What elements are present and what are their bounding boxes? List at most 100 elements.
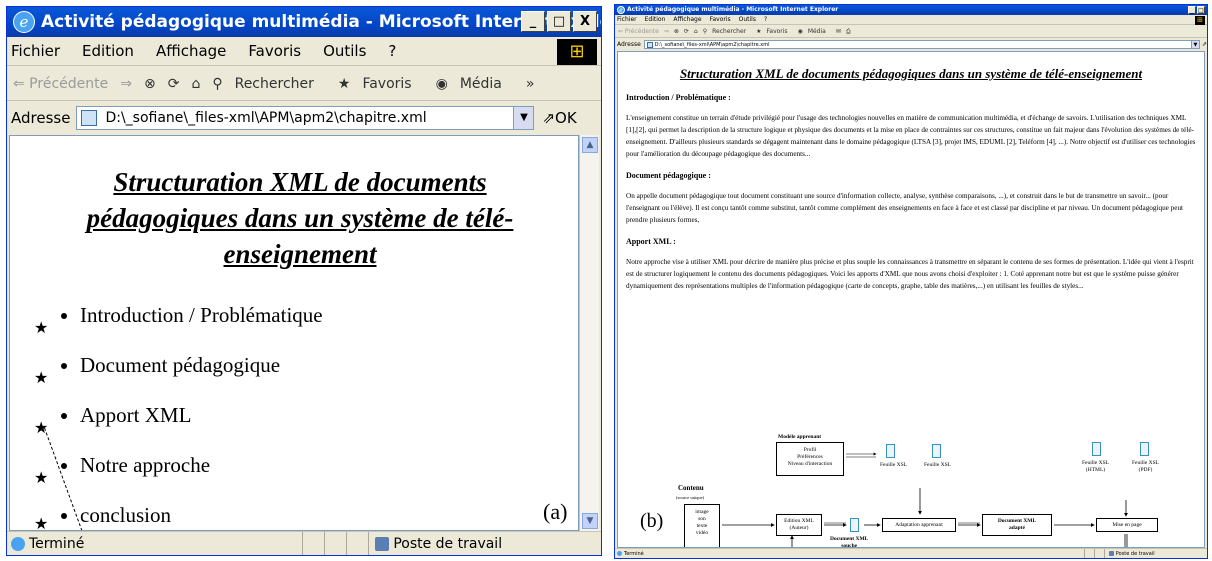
favorites-icon: ★ (756, 28, 762, 35)
search-label: Rechercher (712, 28, 747, 35)
search-button[interactable]: ⚲ Rechercher (212, 76, 326, 92)
forward-button[interactable]: ⇒ (664, 28, 669, 35)
section-heading: Document pédagogique : (626, 171, 711, 180)
diagram-box: Adaptation apprenant (882, 518, 956, 532)
list-item[interactable]: conclusion (80, 490, 323, 530)
menu-affichage[interactable]: Affichage (673, 15, 701, 24)
close-button[interactable]: X (573, 11, 597, 32)
forward-button[interactable]: ⇒ (120, 76, 132, 92)
list-item[interactable]: Introduction / Problématique (80, 290, 323, 340)
title-bar[interactable]: Activité pédagogique multimédia - Micros… (7, 7, 601, 37)
home-icon[interactable]: ⌂ (694, 28, 698, 35)
menu-affichage[interactable]: Affichage (156, 37, 226, 65)
search-label: Rechercher (234, 75, 314, 92)
paragraph: Notre approche vise à utiliser XML pour … (626, 258, 1194, 290)
stop-icon[interactable]: ⊗ (144, 76, 156, 92)
status-cell (302, 532, 324, 555)
address-input[interactable]: D:\_sofiane\_files-xml\APM\apm2\chapitre… (76, 106, 535, 130)
toolbar: ⇐ Précédente ⇒ ⊗ ⟳ ⌂ ⚲ Rechercher ★ Favori… (615, 26, 1207, 38)
xsl-document-icon (932, 444, 941, 458)
window-controls: _ □ X (521, 11, 597, 32)
toolbar: ⇐ Précédente ⇒ ⊗ ⟳ ⌂ ⚲ Rechercher ★ Favori… (7, 67, 601, 101)
chevron-down-icon[interactable]: ▼ (1190, 40, 1199, 48)
xml-document-icon (850, 518, 859, 532)
chapter-list: Introduction / Problématique Document pé… (60, 290, 323, 530)
address-input[interactable]: D:\_sofiane\_files-xml\APM\apm2\chapitre… (643, 39, 1200, 49)
title-bar[interactable]: Activité pédagogique multimédia - Micros… (615, 5, 1207, 15)
media-button[interactable]: ◉ Média (436, 76, 514, 92)
stop-icon[interactable]: ⊗ (674, 28, 679, 35)
go-arrow-icon[interactable]: ⇗ (1202, 41, 1207, 48)
mail-icon[interactable]: ✉ (836, 28, 841, 35)
paragraph: L'enseignement constitue un terrain d'ét… (626, 114, 1196, 158)
search-icon: ⚲ (702, 28, 708, 35)
diagram-label: Feuille XSL (PDF) (1132, 460, 1160, 473)
scroll-up-icon[interactable]: ▲ (582, 137, 598, 153)
diagram-label: Modèle apprenant (778, 434, 822, 440)
diagram-label: Contenu (678, 484, 704, 492)
star-icon: ★ (34, 514, 49, 531)
menu-edition[interactable]: Edition (82, 37, 134, 65)
menu-bar: Fichier Edition Affichage Favoris Outils… (615, 15, 1207, 25)
page-title: Structuration XML de documents pédagogiq… (86, 167, 514, 269)
diagram-box: Edition XML (Auteur) (776, 514, 822, 536)
menu-help[interactable]: ? (388, 37, 396, 65)
toolbar-more[interactable]: » (526, 76, 535, 92)
back-button[interactable]: ⇐ Précédente (13, 76, 108, 92)
media-button[interactable]: ◉ Média (798, 28, 831, 35)
menu-fichier[interactable]: Fichier (617, 15, 637, 24)
diagram-box: Mise en page (1096, 518, 1158, 532)
refresh-icon[interactable]: ⟳ (168, 76, 180, 92)
print-icon[interactable]: ⎙ (846, 28, 851, 36)
back-button[interactable]: ⇐ Précédente (618, 28, 659, 35)
ie-logo-icon: e (13, 11, 35, 33)
figure-label-b: (b) (640, 510, 664, 532)
window-title: Activité pédagogique multimédia - Micros… (41, 12, 601, 32)
maximize-button[interactable]: □ (547, 11, 571, 32)
home-icon[interactable]: ⌂ (191, 76, 200, 92)
maximize-button[interactable]: □ (1197, 6, 1205, 14)
ie-page-icon (11, 536, 25, 551)
status-cell (346, 532, 368, 555)
go-button[interactable]: ⇗OK (542, 109, 576, 127)
menu-favoris[interactable]: Favoris (248, 37, 301, 65)
refresh-icon[interactable]: ⟳ (684, 28, 689, 35)
status-text: Terminé (624, 550, 644, 557)
diagram-label: Feuille XSL (924, 462, 952, 468)
list-item[interactable]: Notre approche (80, 440, 323, 490)
menu-help[interactable]: ? (764, 15, 767, 24)
address-label: Adresse (11, 109, 71, 127)
list-item[interactable]: Document pédagogique (80, 340, 323, 390)
computer-icon (375, 537, 390, 551)
page-icon (81, 110, 98, 126)
favorites-button[interactable]: ★ Favoris (338, 76, 424, 92)
document-body: Structuration XML de documents pédagogiq… (626, 56, 1196, 302)
xsl-document-icon (886, 444, 895, 458)
media-label: Média (459, 75, 502, 92)
go-arrow-icon: ⇗ (542, 109, 556, 127)
figure-label-a: (a) (543, 499, 568, 524)
menu-favoris[interactable]: Favoris (710, 15, 731, 24)
address-bar: Adresse D:\_sofiane\_files-xml\APM\apm2\… (7, 102, 601, 134)
status-zone-text: Poste de travail (1115, 551, 1155, 557)
minimize-button[interactable]: _ (1188, 6, 1196, 14)
search-button[interactable]: ⚲ Rechercher (703, 28, 751, 35)
menu-outils[interactable]: Outils (739, 15, 756, 24)
vertical-scrollbar[interactable]: ▲ ▼ (579, 135, 599, 531)
media-icon: ◉ (435, 75, 448, 92)
chevron-down-icon[interactable]: ▼ (513, 107, 534, 129)
media-label: Média (807, 28, 826, 35)
menu-edition[interactable]: Edition (645, 15, 666, 24)
address-value: D:\_sofiane\_files-xml\APM\apm2\chapitre… (105, 110, 427, 126)
favorites-button[interactable]: ★ Favoris (756, 28, 792, 35)
window-title: Activité pédagogique multimédia - Micros… (627, 6, 839, 13)
menu-outils[interactable]: Outils (323, 37, 366, 65)
minimize-button[interactable]: _ (521, 11, 545, 32)
diagram-label: (source unique) (676, 495, 705, 500)
list-item[interactable]: Apport XML (80, 390, 323, 440)
menu-fichier[interactable]: Fichier (11, 37, 60, 65)
star-icon: ★ (34, 368, 49, 387)
menu-bar: Fichier Edition Affichage Favoris Outils… (7, 37, 601, 66)
scroll-down-icon[interactable]: ▼ (582, 513, 598, 529)
ie-page-icon (617, 550, 622, 556)
